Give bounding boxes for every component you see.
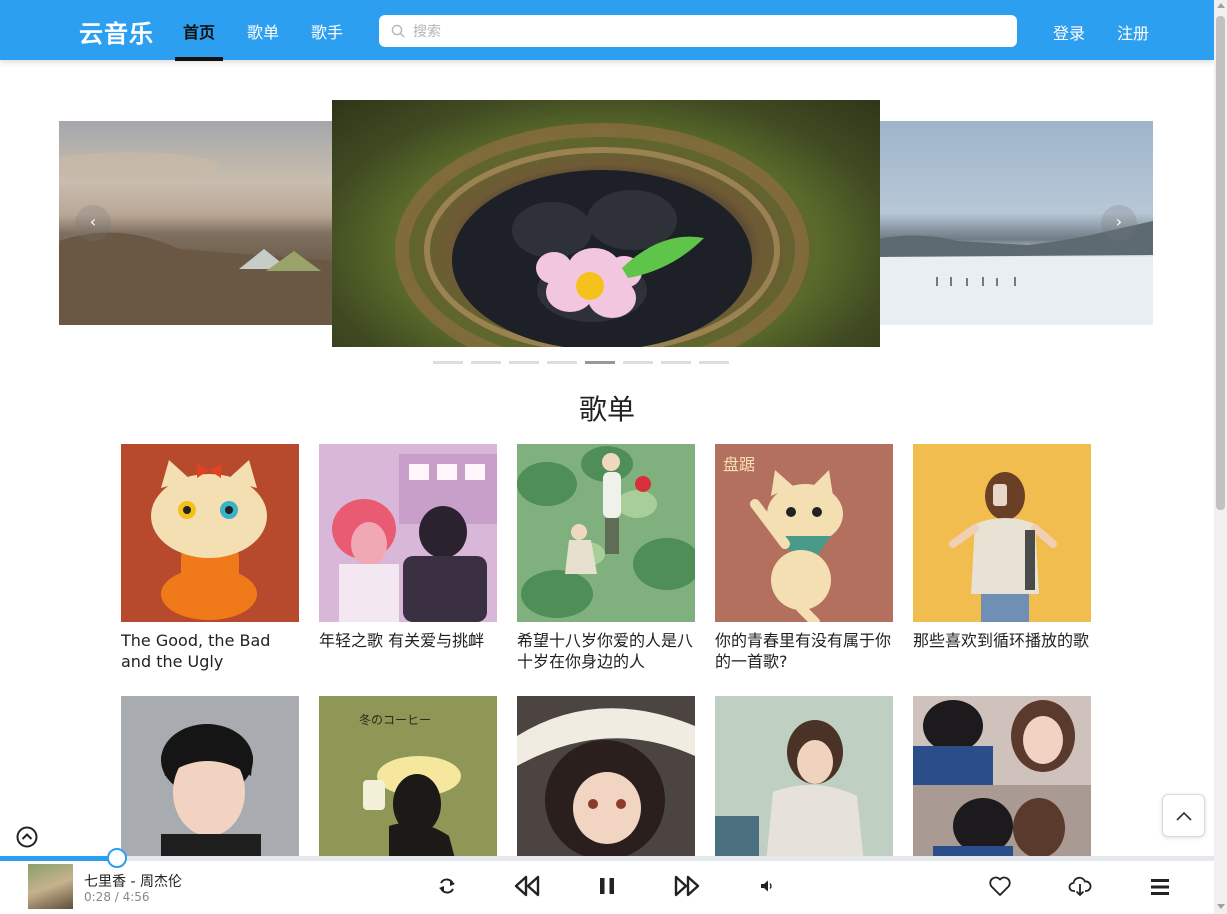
playlist-card[interactable] — [913, 696, 1091, 882]
scroll-up-arrow-icon[interactable] — [1217, 3, 1225, 8]
couple-photo-image — [913, 696, 1091, 874]
progress-handle[interactable] — [106, 848, 127, 868]
carousel-dot[interactable] — [509, 361, 539, 364]
nav-singers[interactable]: 歌手 — [311, 19, 343, 43]
playlist-title[interactable]: 年轻之歌 有关爱与挑衅 — [319, 630, 497, 651]
carousel-dot[interactable] — [471, 361, 501, 364]
pause-icon[interactable] — [597, 876, 617, 896]
playlist-card[interactable] — [715, 696, 893, 882]
carousel-dot[interactable] — [623, 361, 653, 364]
now-playing-cover[interactable] — [28, 864, 73, 909]
playlist-cover[interactable] — [517, 696, 695, 874]
woman-photo-image — [715, 720, 865, 874]
nav-playlists[interactable]: 歌单 — [247, 19, 279, 43]
carousel-next-button[interactable]: › — [1101, 205, 1137, 241]
search-icon — [391, 24, 405, 38]
carousel-dot[interactable] — [661, 361, 691, 364]
banner-slide-next[interactable]: › — [878, 121, 1153, 325]
carousel-dot-active[interactable] — [585, 361, 615, 364]
previous-track-icon[interactable] — [514, 875, 540, 897]
nav-home[interactable]: 首页 — [183, 19, 215, 43]
playlist-card[interactable]: 盘踞 你的青春里有没有属于你的一首歌? — [715, 444, 893, 672]
repeat-icon[interactable] — [437, 876, 457, 896]
playlist-cover[interactable]: 冬のコーヒー — [319, 696, 497, 874]
carousel-dot[interactable] — [699, 361, 729, 364]
carousel-dot[interactable] — [547, 361, 577, 364]
playlist-cover[interactable] — [121, 696, 299, 874]
now-playing-title: 七里香 - 周杰伦 — [84, 874, 182, 890]
playlist-card[interactable]: 那些喜欢到循环播放的歌 — [913, 444, 1091, 651]
playlist-cover[interactable]: 盘踞 — [715, 444, 893, 622]
carousel-prev-button[interactable]: ‹ — [75, 205, 111, 241]
search-box — [379, 15, 1017, 47]
back-to-top-button[interactable] — [1162, 794, 1205, 837]
register-link[interactable]: 注册 — [1117, 20, 1149, 44]
search-input[interactable] — [413, 15, 1003, 47]
chevron-left-icon: ‹ — [89, 212, 97, 231]
banner-slide-active[interactable] — [332, 100, 880, 347]
next-track-icon[interactable] — [674, 875, 700, 897]
carousel-dot[interactable] — [433, 361, 463, 364]
playlist-card[interactable] — [121, 696, 299, 882]
bird-nest-flower-image — [395, 123, 809, 347]
chevron-up-icon — [1176, 811, 1192, 821]
volume-icon[interactable] — [760, 879, 774, 893]
banner-slide-prev[interactable]: ‹ — [59, 121, 334, 325]
expand-player-icon[interactable] — [16, 826, 38, 848]
playlist-card[interactable] — [517, 696, 695, 882]
heart-icon[interactable] — [988, 875, 1012, 897]
playlist-cover[interactable] — [517, 444, 695, 622]
playlist-card[interactable]: 冬のコーヒー — [319, 696, 497, 882]
progress-fill — [0, 856, 117, 861]
man-portrait-image — [161, 724, 261, 874]
couple-illustration-image — [332, 454, 497, 622]
playlist-card[interactable]: 年轻之歌 有关爱与挑衅 — [319, 444, 497, 651]
scrollbar-thumb[interactable] — [1216, 16, 1225, 510]
chevron-right-icon: › — [1115, 212, 1123, 231]
garden-illustration-image — [517, 446, 695, 618]
progress-bar[interactable] — [0, 848, 1214, 868]
playlist-cover[interactable] — [913, 696, 1091, 874]
playlist-card[interactable]: 希望十八岁你爱的人是八十岁在你身边的人 — [517, 444, 695, 672]
top-navbar: 云音乐 首页 歌单 歌手 登录 注册 — [0, 0, 1214, 61]
playlist-title[interactable]: 希望十八岁你爱的人是八十岁在你身边的人 — [517, 630, 695, 672]
music-player-bar: 七里香 - 周杰伦 0:28 / 4:56 — [0, 848, 1214, 914]
coffee-girl-illustration-image: 冬のコーヒー — [359, 712, 461, 874]
cover-art-text: 盘踞 — [723, 455, 755, 474]
girl-photo-image — [949, 472, 1057, 622]
playlist-cover[interactable] — [319, 444, 497, 622]
cat-illustration-image — [151, 460, 267, 620]
playlist-title[interactable]: The Good, the Bad and the Ugly — [121, 630, 299, 672]
section-title: 歌单 — [578, 393, 635, 426]
page-scrollbar[interactable] — [1214, 0, 1227, 914]
playlist-cover[interactable] — [715, 696, 893, 874]
app-logo[interactable]: 云音乐 — [79, 14, 154, 49]
playlist-card[interactable]: The Good, the Bad and the Ugly — [121, 444, 299, 672]
playlist-cover[interactable] — [913, 444, 1091, 622]
anime-girl-illustration-image — [517, 708, 695, 860]
playback-time: 0:28 / 4:56 — [84, 890, 150, 904]
scroll-down-arrow-icon[interactable] — [1217, 904, 1225, 909]
cat-illustration-image: 盘踞 — [723, 455, 843, 622]
playlist-title[interactable]: 那些喜欢到循环播放的歌 — [913, 630, 1091, 651]
login-link[interactable]: 登录 — [1053, 20, 1085, 44]
playlist-title[interactable]: 你的青春里有没有属于你的一首歌? — [715, 630, 893, 672]
playlist-menu-icon[interactable] — [1151, 878, 1169, 896]
cloud-download-icon[interactable] — [1068, 875, 1092, 897]
nav-active-indicator — [175, 57, 223, 61]
cover-art-text: 冬のコーヒー — [359, 712, 431, 727]
playlist-cover[interactable] — [121, 444, 299, 622]
